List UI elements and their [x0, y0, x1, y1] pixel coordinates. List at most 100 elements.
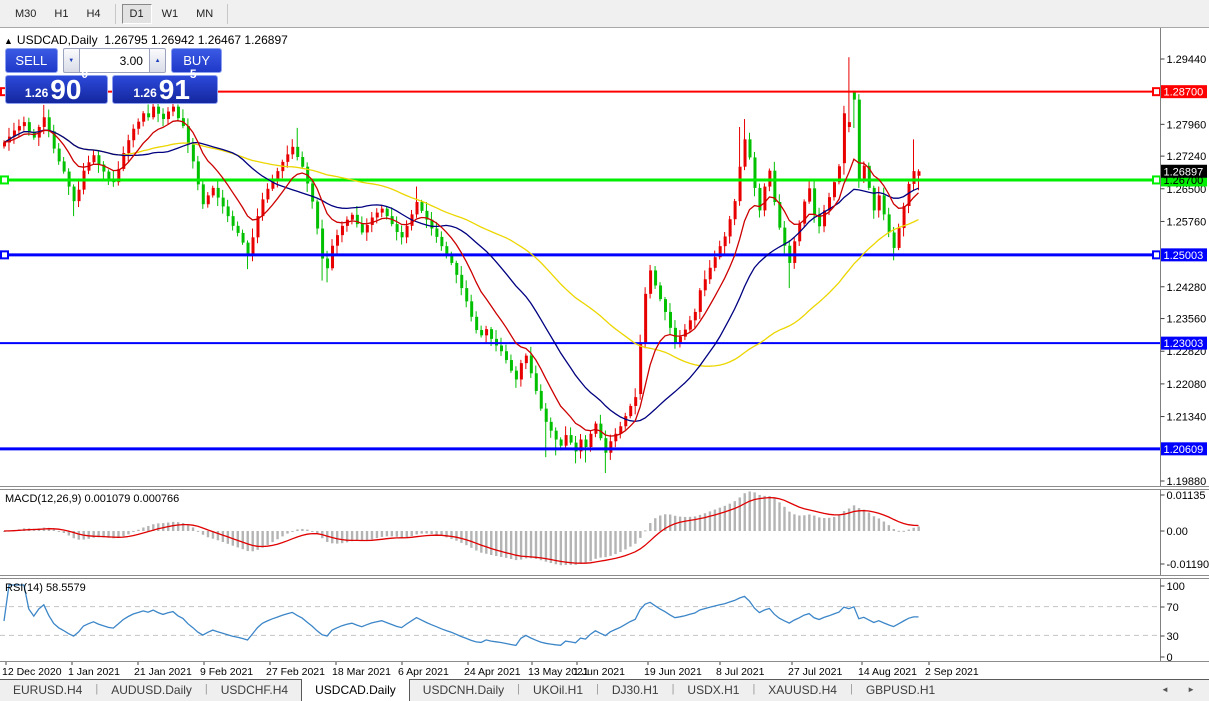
macd-histogram-bar — [579, 531, 582, 564]
candle-body — [649, 270, 653, 294]
tab-usdcnh-daily[interactable]: USDCNH.Daily — [410, 680, 517, 701]
candle-body — [97, 155, 101, 165]
candle-body — [47, 117, 51, 132]
macd-histogram-bar — [907, 529, 910, 531]
buy-price-button[interactable]: 1.26 91 5 — [112, 67, 218, 104]
candle-body — [624, 416, 628, 427]
macd-histogram-bar — [380, 531, 384, 537]
macd-histogram-bar — [634, 531, 637, 544]
chart-background — [0, 28, 1209, 679]
candle-body — [395, 224, 399, 233]
candle-body — [301, 156, 305, 167]
timeframe-button-h1[interactable]: H1 — [46, 4, 76, 24]
candle-body — [167, 111, 171, 120]
line-handle[interactable] — [0, 175, 9, 185]
price-axis-label: 1.23560 — [1167, 314, 1207, 326]
sell-button[interactable]: SELL — [5, 48, 58, 73]
tab-dj30-h1[interactable]: DJ30.H1 — [599, 680, 672, 701]
volume-input[interactable]: 3.00 — [79, 48, 149, 73]
candle-body — [609, 441, 613, 453]
candle-body — [420, 202, 424, 211]
timeframe-button-h4[interactable]: H4 — [78, 4, 108, 24]
macd-histogram-bar — [360, 531, 364, 541]
macd-histogram-bar — [897, 530, 900, 532]
macd-histogram-bar — [668, 514, 672, 531]
macd-histogram-bar — [251, 531, 254, 552]
macd-histogram-bar — [639, 531, 642, 538]
macd-histogram-bar — [713, 509, 717, 531]
macd-histogram-bar — [813, 515, 816, 531]
date-axis-label: 6 Apr 2021 — [398, 666, 449, 678]
tab-gbpusd-h1[interactable]: GBPUSD.H1 — [853, 680, 948, 701]
candle-body — [27, 122, 31, 133]
macd-histogram-bar — [788, 511, 791, 531]
volume-increase-button[interactable]: ▲ — [148, 48, 167, 73]
macd-histogram-bar — [176, 522, 180, 531]
candle-body — [132, 128, 136, 141]
candle-body — [509, 360, 513, 371]
tab-xauusd-h4[interactable]: XAUUSD.H4 — [755, 680, 850, 701]
candle-body — [291, 146, 295, 155]
timeframe-button-d1[interactable]: D1 — [121, 3, 152, 24]
candle-body — [912, 171, 916, 184]
macd-histogram-bar — [539, 531, 543, 561]
line-handle[interactable] — [1152, 87, 1161, 97]
macd-histogram-bar — [455, 531, 458, 541]
tab-ukoil-h1[interactable]: UKOil.H1 — [520, 680, 596, 701]
macd-histogram-bar — [748, 491, 751, 531]
macd-histogram-bar — [291, 530, 294, 532]
macd-histogram-bar — [221, 531, 225, 543]
level-badge-label: 1.23003 — [1164, 338, 1204, 350]
rsi-axis-label: 30 — [1167, 631, 1179, 643]
price-chart-canvas[interactable]: 1.29440 1.27960 1.27240 1.26 5 0 0 1.25760 1.242… — [0, 0, 1209, 701]
macd-histogram-bar — [654, 518, 657, 531]
sell-price-button[interactable]: 1.26 90 0 — [5, 67, 108, 104]
macd-histogram-bar — [584, 531, 587, 563]
candle-body — [162, 113, 166, 120]
macd-histogram-bar — [823, 518, 826, 531]
candle-body — [470, 301, 474, 317]
candle-body — [554, 430, 558, 440]
line-handle[interactable] — [0, 250, 9, 260]
macd-histogram-bar — [410, 531, 413, 537]
volume-decrease-button[interactable]: ▼ — [62, 48, 80, 73]
candle-body — [296, 146, 300, 157]
candle-body — [92, 155, 96, 163]
macd-histogram-bar — [450, 531, 453, 539]
candle-body — [142, 113, 146, 122]
candle-body — [326, 258, 330, 269]
candle-body — [539, 390, 543, 409]
tab-usdcad-daily[interactable]: USDCAD.Daily — [301, 679, 410, 701]
macd-histogram-bar — [281, 531, 284, 537]
timeframe-button-mn[interactable]: MN — [188, 4, 221, 24]
price-axis-label: 1.27240 — [1167, 151, 1207, 163]
macd-histogram-bar — [808, 514, 811, 531]
tab-audusd-daily[interactable]: AUDUSD.Daily — [98, 680, 205, 701]
candle-body — [107, 171, 111, 180]
timeframe-button-m30[interactable]: M30 — [7, 4, 44, 24]
macd-histogram-bar — [619, 531, 622, 552]
tab-scroll-arrows[interactable]: ◄ ► — [1161, 685, 1203, 694]
candle-body — [157, 106, 161, 114]
candle-body — [286, 154, 290, 162]
candle-body — [127, 140, 131, 154]
chart-ohlc-values: 1.26795 1.26942 1.26467 1.26897 — [104, 33, 288, 47]
tab-usdchf-h4[interactable]: USDCHF.H4 — [208, 680, 301, 701]
macd-histogram-bar — [241, 531, 244, 550]
candle-body — [504, 351, 508, 361]
candle-body — [311, 183, 315, 202]
macd-histogram-bar — [698, 514, 702, 531]
macd-histogram-bar — [266, 531, 269, 545]
date-axis-label: 18 Mar 2021 — [332, 666, 391, 678]
macd-histogram-bar — [286, 531, 289, 534]
tab-eurusd-h4[interactable]: EURUSD.H4 — [0, 680, 95, 701]
resistance-level-badge-label: 1.28700 — [1164, 87, 1204, 99]
macd-histogram-bar — [569, 531, 572, 565]
line-handle[interactable] — [1152, 175, 1161, 185]
timeframe-button-w1[interactable]: W1 — [154, 4, 187, 24]
date-axis-label: 27 Feb 2021 — [266, 666, 325, 678]
line-handle[interactable] — [1152, 250, 1161, 260]
tab-usdx-h1[interactable]: USDX.H1 — [674, 680, 752, 701]
macd-histogram-bar — [778, 502, 781, 531]
price-axis-label: 1.29440 — [1167, 54, 1207, 66]
